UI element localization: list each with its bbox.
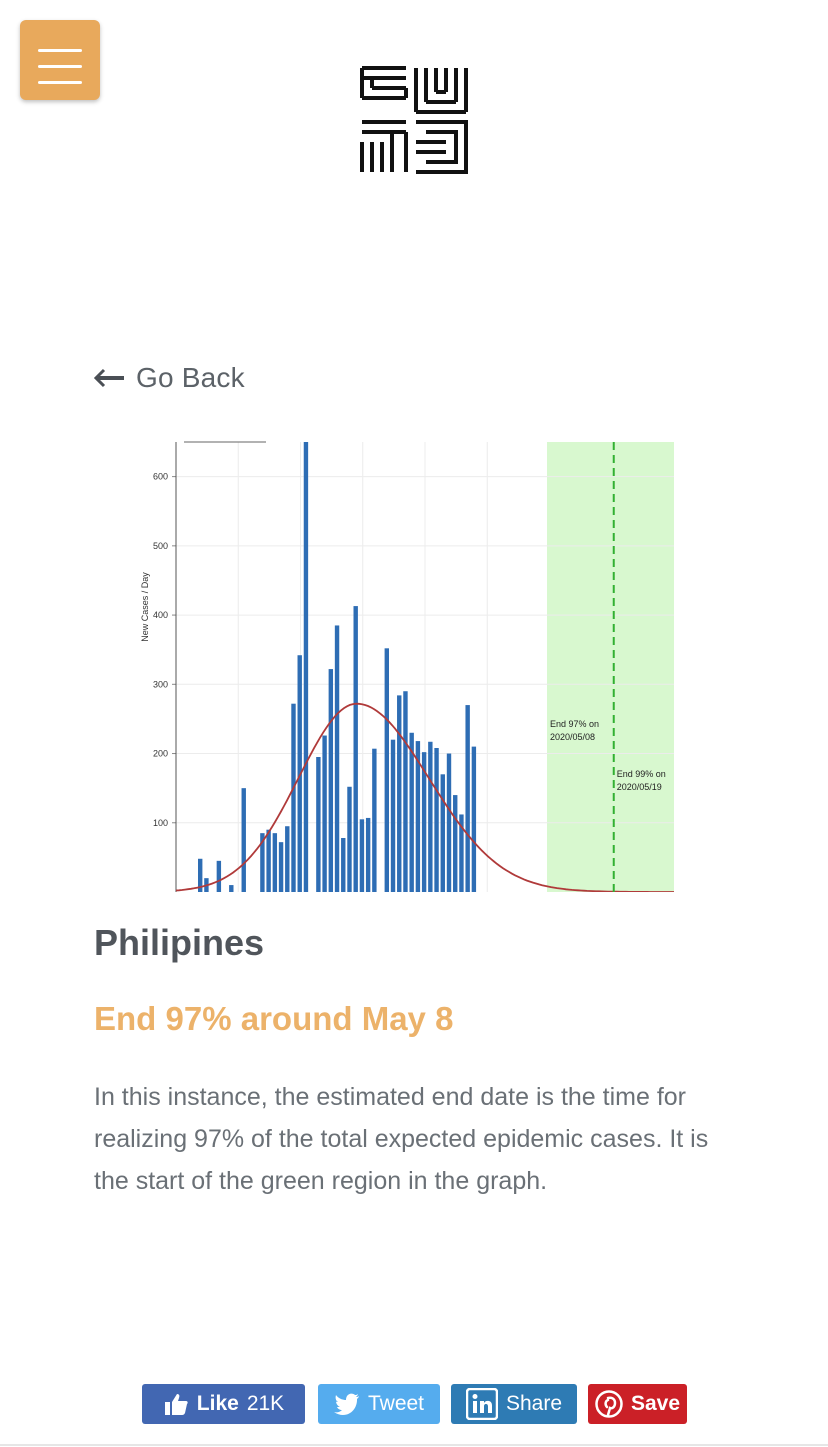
twitter-tweet-label: Tweet: [367, 1392, 425, 1415]
linkedin-share-button[interactable]: Share: [451, 1384, 577, 1424]
annotation-97-date: 2020/05/08: [550, 732, 595, 742]
y-axis-label: New Cases / Day: [140, 572, 150, 642]
pinterest-save-button[interactable]: Save: [588, 1384, 687, 1424]
bar: [241, 788, 246, 892]
linkedin-share-label: Share: [505, 1392, 563, 1415]
arrow-left-icon: [94, 368, 124, 388]
thumbs-up-icon: [164, 1394, 188, 1415]
bar: [266, 829, 271, 892]
annotation-97-label: End 97% on: [550, 719, 599, 729]
bar: [428, 741, 433, 892]
y-tick-label: 500: [153, 541, 168, 551]
bar: [328, 669, 334, 892]
bar: [365, 817, 371, 892]
y-tick-label: 400: [153, 610, 168, 620]
y-tick-label: 600: [153, 472, 168, 482]
hamburger-menu-button[interactable]: [20, 20, 100, 100]
bar: [465, 705, 470, 892]
y-tick-label: 300: [153, 679, 168, 689]
pinterest-save-label: Save: [630, 1392, 681, 1415]
bar: [453, 795, 458, 892]
bar: [403, 691, 408, 892]
end-region: [547, 442, 674, 892]
bar: [384, 648, 389, 892]
bar: [272, 833, 278, 892]
facebook-like-button[interactable]: Like 21K: [142, 1384, 305, 1424]
twitter-bird-icon: [333, 1393, 359, 1415]
bar: [359, 819, 365, 892]
bar: [397, 695, 402, 892]
bar: [334, 625, 340, 892]
hamburger-menu-icon: [38, 49, 82, 52]
end-estimate-headline: End 97% around May 8: [94, 1000, 454, 1037]
facebook-like-label: Like: [196, 1392, 239, 1415]
maze-logo-icon[interactable]: [358, 64, 470, 176]
annotation-99-date: 2020/05/19: [617, 782, 662, 792]
pinterest-icon: [595, 1390, 623, 1418]
linkedin-icon: [465, 1388, 498, 1420]
bar: [216, 860, 222, 892]
bar: [278, 842, 284, 892]
bar: [341, 838, 346, 892]
bar: [471, 746, 477, 892]
bar: [285, 826, 290, 892]
bar: [347, 786, 352, 892]
hamburger-line: [38, 81, 82, 84]
facebook-like-count: 21K: [246, 1392, 285, 1415]
bar: [322, 735, 327, 892]
go-back-label: Go Back: [136, 362, 245, 393]
annotation-99-label: End 99% on: [617, 769, 666, 779]
bar: [372, 748, 377, 892]
bar: [390, 739, 396, 892]
epidemic-chart: 100 200 300 400 500 600 New Cases / Day End 97%…: [140, 441, 674, 892]
description-text: In this instance, the estimated end date…: [94, 1083, 709, 1195]
bar: [353, 606, 358, 892]
bar: [409, 732, 414, 892]
bar: [434, 748, 439, 892]
bar: [446, 753, 452, 892]
country-title: Philipines: [94, 922, 265, 963]
go-back-link[interactable]: Go Back: [94, 362, 245, 394]
hamburger-line: [38, 65, 82, 68]
bar: [303, 442, 309, 892]
bar: [440, 774, 445, 892]
twitter-tweet-button[interactable]: Tweet: [318, 1384, 440, 1424]
bar: [316, 757, 321, 892]
bar: [291, 703, 296, 892]
y-tick-label: 100: [153, 818, 168, 828]
bottom-divider: [0, 1444, 828, 1446]
y-tick-label: 200: [153, 749, 168, 759]
bar: [229, 885, 234, 892]
epidemic-chart-image: 100 200 300 400 500 600 New Cases / Day End 97%…: [130, 440, 690, 892]
